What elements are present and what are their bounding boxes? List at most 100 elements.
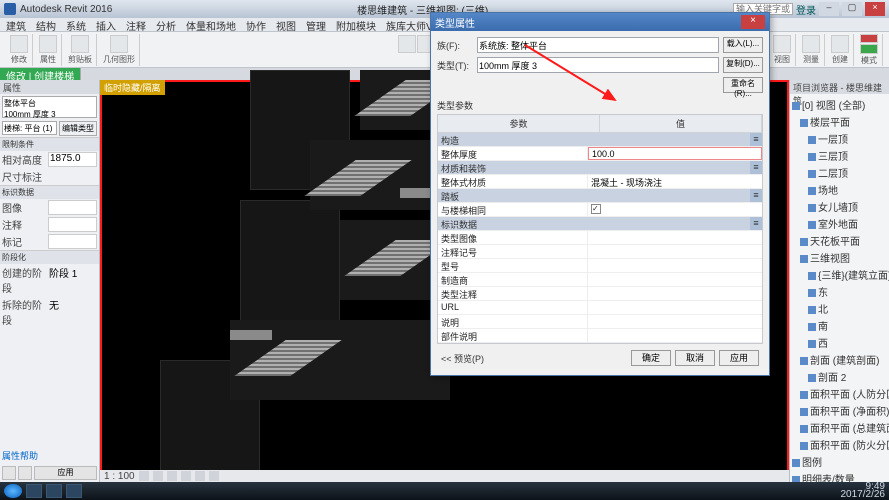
duplicate-button[interactable]: 复制(D)... xyxy=(723,57,763,73)
tab-manage[interactable]: 管理 xyxy=(306,18,326,31)
tab-arch[interactable]: 建筑 xyxy=(6,18,26,31)
minimize-button[interactable]: – xyxy=(819,2,839,16)
mode-tool-button[interactable] xyxy=(860,44,878,54)
type-select[interactable]: 100mm 厚度 3 xyxy=(477,57,719,73)
properties-help-link[interactable]: 属性帮助 xyxy=(0,447,99,464)
taskbar-app-icon[interactable] xyxy=(46,484,62,498)
cancel-button[interactable]: 取消 xyxy=(675,350,715,366)
param-value-cell[interactable] xyxy=(588,301,762,314)
expand-icon[interactable]: ≡ xyxy=(750,133,762,146)
param-category[interactable]: 材质和装饰 xyxy=(438,161,750,174)
tree-node[interactable]: 一层顶 xyxy=(792,130,887,147)
tree-node[interactable]: {三维}(建筑立面) xyxy=(792,266,887,283)
ok-button[interactable]: 确定 xyxy=(631,350,671,366)
tool-button[interactable] xyxy=(398,35,416,53)
param-value-cell[interactable] xyxy=(588,259,762,272)
param-value-cell[interactable] xyxy=(588,329,762,342)
param-value-cell[interactable] xyxy=(588,203,762,216)
properties-tool-button[interactable] xyxy=(39,35,57,53)
expand-icon[interactable]: ≡ xyxy=(750,161,762,174)
panel-tool-button[interactable] xyxy=(2,466,16,480)
expand-icon[interactable]: ≡ xyxy=(750,189,762,202)
param-value-cell[interactable] xyxy=(588,315,762,328)
param-value-cell[interactable] xyxy=(588,273,762,286)
tab-collab[interactable]: 协作 xyxy=(246,18,266,31)
clipboard-tool-button[interactable] xyxy=(71,35,89,53)
temp-hide-icon[interactable] xyxy=(209,471,219,481)
measure-tool-button[interactable] xyxy=(802,35,820,53)
edit-type-button[interactable]: 编辑类型 xyxy=(59,121,97,136)
panel-tool-button[interactable]: 应用 xyxy=(34,466,97,480)
crop-icon[interactable] xyxy=(195,471,205,481)
prop-value-input[interactable] xyxy=(48,200,97,215)
dialog-titlebar[interactable]: 类型属性 × xyxy=(431,13,769,31)
tree-node[interactable]: 三层顶 xyxy=(792,147,887,164)
tab-insert[interactable]: 插入 xyxy=(96,18,116,31)
tab-annotate[interactable]: 注释 xyxy=(126,18,146,31)
checkbox-icon[interactable] xyxy=(591,204,601,214)
create-tool-button[interactable] xyxy=(831,35,849,53)
prop-value-input[interactable]: 1875.0 xyxy=(48,152,97,167)
panel-tool-button[interactable] xyxy=(18,466,32,480)
rename-button[interactable]: 重命名(R)... xyxy=(723,77,763,93)
tree-node[interactable]: 场地 xyxy=(792,181,887,198)
type-selector-combo[interactable]: 整体平台 100mm 厚度 3 xyxy=(2,96,97,118)
tree-node[interactable]: 剖面 (建筑剖面) xyxy=(792,351,887,368)
shadows-icon[interactable] xyxy=(181,471,191,481)
tree-node[interactable]: 二层顶 xyxy=(792,164,887,181)
detail-level-icon[interactable] xyxy=(139,471,149,481)
tree-node[interactable]: 面积平面 (净面积) xyxy=(792,402,887,419)
modify-tool-button[interactable] xyxy=(10,35,28,53)
tab-addin[interactable]: 附加模块 xyxy=(336,18,376,31)
instance-combo[interactable]: 楼梯: 平台 (1) xyxy=(2,121,57,135)
param-category[interactable]: 标识数据 xyxy=(438,217,750,230)
tab-struct[interactable]: 结构 xyxy=(36,18,56,31)
tree-node[interactable]: 三维视图 xyxy=(792,249,887,266)
tree-node[interactable]: 室外地面 xyxy=(792,215,887,232)
tree-node[interactable]: 南 xyxy=(792,317,887,334)
tree-node[interactable]: 女儿墙顶 xyxy=(792,198,887,215)
geometry-tool-button[interactable] xyxy=(110,35,128,53)
param-value-cell[interactable]: 100.0 xyxy=(588,147,762,160)
preview-toggle[interactable]: << 预览(P) xyxy=(441,350,484,367)
tree-node[interactable]: 面积平面 (人防分区面积) xyxy=(792,385,887,402)
prop-value-input[interactable] xyxy=(48,217,97,232)
maximize-button[interactable]: ▢ xyxy=(842,2,862,16)
tab-analyze[interactable]: 分析 xyxy=(156,18,176,31)
tab-mass[interactable]: 体量和场地 xyxy=(186,18,236,31)
tab-system[interactable]: 系统 xyxy=(66,18,86,31)
param-category[interactable]: 构造 xyxy=(438,133,750,146)
tree-node[interactable]: 图例 xyxy=(792,453,887,470)
context-tab[interactable]: 修改 | 创建楼梯 xyxy=(0,68,81,80)
system-tray[interactable]: 9:49 2017/2/26 xyxy=(841,483,886,499)
param-category[interactable]: 踏板 xyxy=(438,189,750,202)
project-tree[interactable]: [0] 视图 (全部)楼层平面一层顶三层顶二层顶场地女儿墙顶室外地面天花板平面三… xyxy=(790,94,889,482)
param-value-cell[interactable]: 混凝土 - 现场浇注 xyxy=(588,175,762,188)
param-value-cell[interactable] xyxy=(588,231,762,244)
dialog-close-button[interactable]: × xyxy=(741,15,765,29)
visual-style-icon[interactable] xyxy=(153,471,163,481)
tree-node[interactable]: 北 xyxy=(792,300,887,317)
tree-node[interactable]: 面积平面 (防火分区面积) xyxy=(792,436,887,453)
expand-icon[interactable]: ≡ xyxy=(750,217,762,230)
load-button[interactable]: 载入(L)... xyxy=(723,37,763,53)
family-select[interactable]: 系统族: 整体平台 xyxy=(477,37,719,53)
tree-node[interactable]: [0] 视图 (全部) xyxy=(792,96,887,113)
tab-view[interactable]: 视图 xyxy=(276,18,296,31)
view-tool-button[interactable] xyxy=(773,35,791,53)
tree-node[interactable]: 剖面 2 xyxy=(792,368,887,385)
tree-node[interactable]: 面积平面 (总建筑面积) xyxy=(792,419,887,436)
tree-node[interactable]: 天花板平面 xyxy=(792,232,887,249)
close-button[interactable]: × xyxy=(865,2,885,16)
login-link[interactable]: 登录 xyxy=(796,2,816,17)
param-value-cell[interactable] xyxy=(588,287,762,300)
mode-tool-button[interactable] xyxy=(860,34,878,44)
taskbar-app-icon[interactable] xyxy=(26,484,42,498)
tree-node[interactable]: 楼层平面 xyxy=(792,113,887,130)
sun-path-icon[interactable] xyxy=(167,471,177,481)
scale-display[interactable]: 1 : 100 xyxy=(104,471,135,482)
tree-node[interactable]: 东 xyxy=(792,283,887,300)
start-button[interactable] xyxy=(4,484,22,498)
prop-value-input[interactable] xyxy=(48,234,97,249)
param-value-cell[interactable] xyxy=(588,245,762,258)
